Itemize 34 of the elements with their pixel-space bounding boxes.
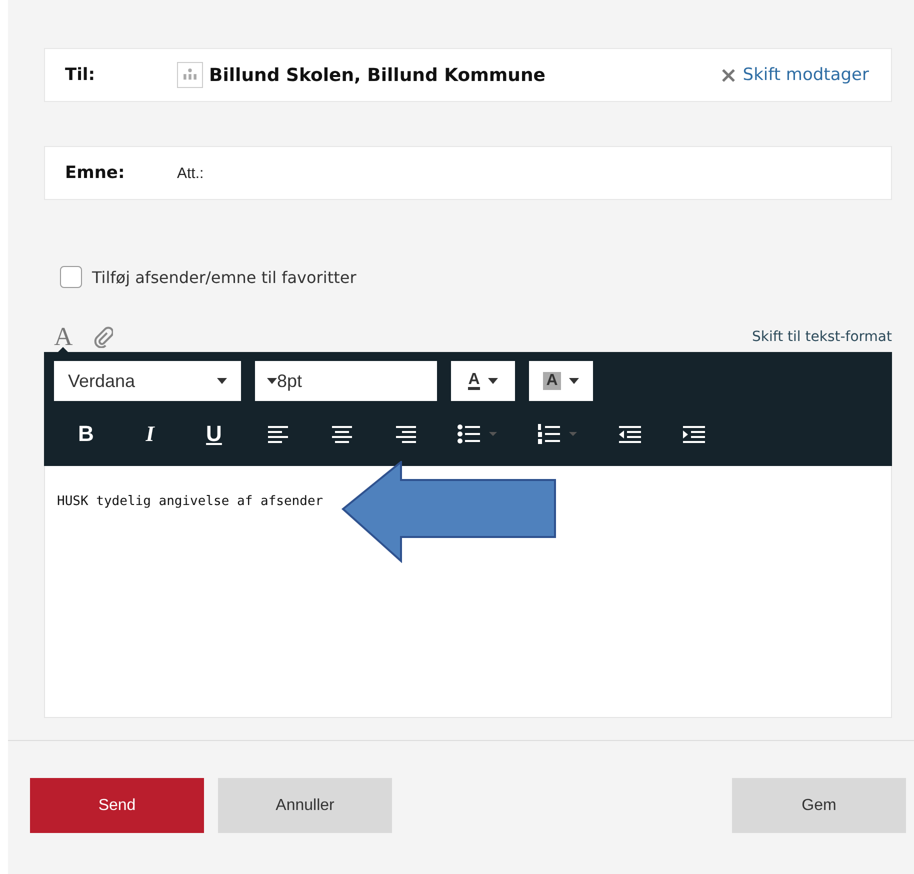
recipient-name: Billund Skolen, Billund Kommune xyxy=(209,64,546,86)
outdent-icon xyxy=(618,425,642,443)
highlight-color-button[interactable]: A xyxy=(529,361,593,401)
caret-icon xyxy=(568,378,579,384)
field-label: Til: xyxy=(65,65,96,85)
caret-icon xyxy=(488,378,498,384)
indent-icon xyxy=(682,425,706,443)
bold-button[interactable]: B xyxy=(54,414,118,454)
organization-logo-icon xyxy=(177,62,203,88)
bullet-list-icon xyxy=(457,424,499,444)
close-icon xyxy=(722,68,735,82)
font-size-dropdown[interactable]: 8pt xyxy=(255,361,437,401)
send-button[interactable]: Send xyxy=(30,778,204,833)
field-label: Emne: xyxy=(65,163,126,183)
subject-value: Att.: xyxy=(177,164,204,182)
font-dropdown[interactable]: Verdana xyxy=(54,361,241,401)
align-left-icon xyxy=(267,425,289,443)
switch-to-text-format-link[interactable]: Skift til tekst-format xyxy=(752,329,892,345)
text-color-button[interactable]: A xyxy=(451,361,515,401)
italic-button[interactable]: I xyxy=(118,414,182,454)
numbered-list-icon xyxy=(537,424,579,444)
save-button[interactable]: Gem xyxy=(732,778,906,833)
favorite-checkbox[interactable] xyxy=(60,266,82,288)
align-center-icon xyxy=(331,425,353,443)
underline-button[interactable]: U xyxy=(182,414,246,454)
align-right-icon xyxy=(395,425,417,443)
paperclip-icon xyxy=(92,326,113,348)
cancel-button[interactable]: Annuller xyxy=(218,778,392,833)
message-text: HUSK tydelig angivelse af afsender xyxy=(57,494,324,509)
favorite-label: Tilføj afsender/emne til favoritter xyxy=(92,268,356,286)
caret-icon xyxy=(217,378,227,384)
caret-icon xyxy=(267,378,277,384)
format-tab[interactable]: A xyxy=(44,322,83,352)
change-recipient-link[interactable]: Skift modtager xyxy=(722,65,869,85)
